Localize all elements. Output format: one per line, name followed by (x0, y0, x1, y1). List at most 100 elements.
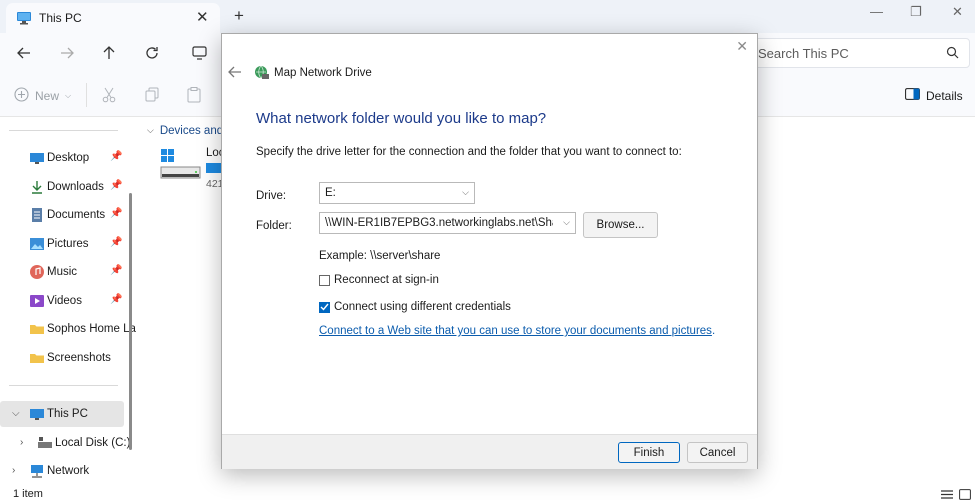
sidebar-item-screenshots[interactable]: Screenshots (0, 345, 124, 371)
map-network-drive-dialog: ✕ Map Network Drive What network folder … (221, 33, 758, 469)
pin-icon: 📌 (110, 294, 123, 305)
this-pc-icon (16, 10, 32, 29)
pin-icon: 📌 (110, 151, 123, 162)
new-button[interactable]: New ⌵ (14, 87, 71, 105)
details-pane-icon (905, 88, 920, 103)
sidebar-item-documents[interactable]: Documents 📌 (0, 202, 124, 228)
navigation-pane: Desktop 📌 Downloads 📌 Documents 📌 Pictur… (0, 117, 138, 489)
close-icon[interactable]: ✕ (736, 38, 748, 55)
paste-icon[interactable] (187, 87, 201, 103)
link-suffix: . (711, 325, 716, 337)
sidebar-item-label: Screenshots (47, 352, 111, 364)
sidebar-item-sophos-home[interactable]: Sophos Home La (0, 316, 136, 342)
dialog-title: Map Network Drive (274, 67, 372, 79)
pictures-icon (30, 237, 44, 251)
credentials-option[interactable]: Connect using different credentials (319, 301, 511, 313)
sidebar-item-music[interactable]: Music 📌 (0, 259, 124, 285)
sidebar-item-local-disk[interactable]: › Local Disk (C:) (0, 430, 130, 456)
browse-button[interactable]: Browse... (583, 212, 658, 238)
credentials-checkbox[interactable] (319, 301, 330, 313)
chevron-right-icon[interactable]: › (12, 465, 15, 476)
reconnect-label: Reconnect at sign-in (334, 274, 439, 286)
sidebar-item-label: Downloads (47, 181, 104, 193)
this-pc-address-icon[interactable] (189, 43, 209, 63)
sidebar-item-label: Sophos Home La (47, 323, 136, 335)
sidebar-item-label: Documents (47, 209, 106, 221)
title-bar: This PC ✕ + — ❐ ✕ (0, 0, 975, 33)
drive-value: E: (325, 187, 336, 199)
sidebar-item-label: This PC (47, 408, 88, 420)
restore-button[interactable]: ❐ (910, 4, 922, 20)
reconnect-option[interactable]: Reconnect at sign-in (319, 274, 439, 286)
sidebar-item-label: Desktop (47, 152, 90, 164)
refresh-icon[interactable] (142, 43, 162, 63)
search-box[interactable]: Search This PC (748, 38, 970, 68)
windows-drive-icon (160, 149, 202, 184)
cancel-button[interactable]: Cancel (687, 442, 748, 463)
sidebar-item-this-pc[interactable]: ⌵ This PC (0, 401, 124, 427)
local-disk-icon (38, 436, 52, 450)
back-arrow-icon[interactable] (228, 65, 242, 81)
videos-icon (30, 294, 44, 308)
tiles-view-icon[interactable] (959, 489, 971, 502)
pin-icon: 📌 (110, 237, 123, 248)
web-site-link[interactable]: Connect to a Web site that you can use t… (319, 325, 715, 337)
close-tab-icon[interactable]: ✕ (196, 8, 209, 26)
chevron-down-icon[interactable]: ⌵ (12, 408, 20, 419)
folder-label: Folder: (256, 220, 292, 232)
chevron-down-icon: ⌵ (563, 217, 570, 227)
chevron-down-icon: ⌵ (65, 91, 72, 100)
cut-icon[interactable] (102, 87, 116, 103)
group-header[interactable]: ⌵ Devices and d (147, 125, 233, 137)
credentials-label: Connect using different credentials (334, 301, 511, 313)
local-disk-tile[interactable]: Loc 421 (160, 147, 226, 190)
sidebar-item-desktop[interactable]: Desktop 📌 (0, 145, 124, 171)
list-view-icon[interactable] (941, 489, 953, 502)
chevron-down-icon: ⌵ (462, 187, 469, 197)
folder-combo[interactable]: \\WIN-ER1IB7EPBG3.networkinglabs.net\Sha… (319, 212, 576, 234)
music-icon (30, 265, 44, 279)
chevron-down-icon: ⌵ (147, 125, 154, 135)
folder-icon (30, 322, 44, 336)
divider (86, 83, 87, 107)
sidebar-scrollbar[interactable] (129, 193, 132, 450)
up-arrow-icon[interactable] (99, 43, 119, 63)
tab-this-pc[interactable]: This PC ✕ (6, 3, 220, 33)
network-drive-icon (254, 65, 269, 83)
pin-icon: 📌 (110, 265, 123, 276)
drive-select[interactable]: E: ⌵ (319, 182, 475, 204)
sidebar-item-pictures[interactable]: Pictures 📌 (0, 231, 124, 257)
documents-icon (30, 208, 44, 222)
sidebar-item-label: Pictures (47, 238, 89, 250)
item-count: 1 item (13, 488, 43, 500)
folder-icon (30, 351, 44, 365)
finish-button[interactable]: Finish (618, 442, 680, 463)
sidebar-item-label: Local Disk (C:) (55, 437, 131, 449)
network-icon (30, 464, 44, 478)
new-tab-button[interactable]: + (234, 6, 244, 26)
close-window-button[interactable]: ✕ (952, 4, 963, 20)
back-arrow-icon[interactable] (14, 43, 34, 63)
example-text: Example: \\server\share (319, 250, 441, 262)
sidebar-item-downloads[interactable]: Downloads 📌 (0, 174, 124, 200)
details-button[interactable]: Details (905, 88, 963, 103)
web-site-link-text[interactable]: Connect to a Web site that you can use t… (319, 325, 712, 337)
forward-arrow-icon[interactable] (57, 43, 77, 63)
dialog-instruction: Specify the drive letter for the connect… (256, 146, 682, 158)
new-label: New (35, 89, 60, 103)
desktop-icon (30, 151, 44, 165)
sidebar-item-videos[interactable]: Videos 📌 (0, 288, 124, 314)
drive-label: Drive: (256, 190, 287, 202)
details-label: Details (926, 88, 963, 103)
sidebar-item-label: Videos (47, 295, 82, 307)
dialog-footer: Finish Cancel (222, 434, 757, 469)
sidebar-item-network[interactable]: › Network (0, 458, 124, 484)
sidebar-item-label: Music (47, 266, 78, 278)
divider (9, 385, 118, 386)
reconnect-checkbox[interactable] (319, 274, 330, 286)
tab-title: This PC (39, 11, 82, 25)
minimize-button[interactable]: — (870, 4, 883, 19)
copy-icon[interactable] (145, 87, 159, 102)
this-pc-icon (30, 407, 44, 421)
chevron-right-icon[interactable]: › (20, 437, 23, 448)
